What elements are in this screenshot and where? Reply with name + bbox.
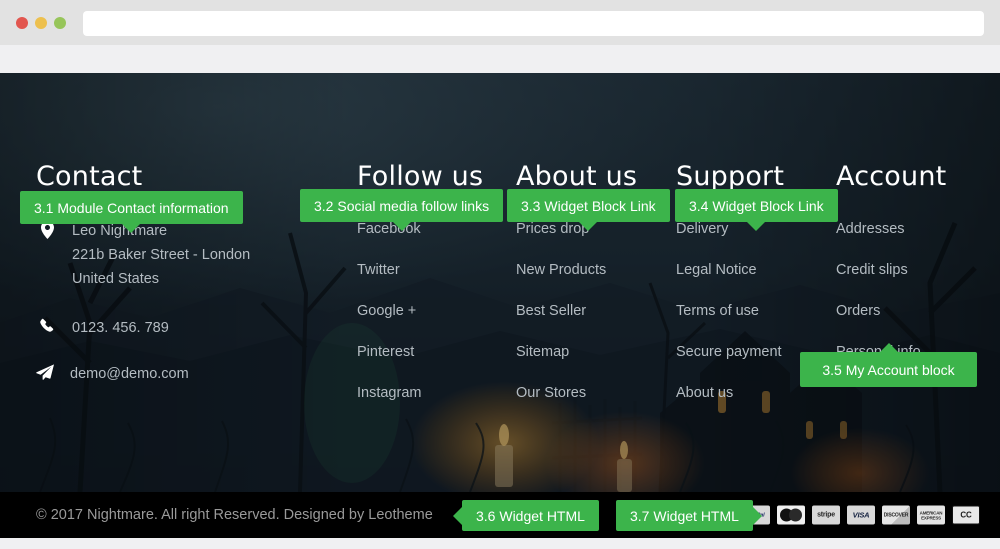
annotation-label: 3.7 Widget HTML — [630, 507, 739, 524]
annotation-badge-3-5: 3.5 My Account block — [800, 343, 977, 387]
annotation-label: 3.6 Widget HTML — [476, 507, 585, 524]
contact-email-row: demo@demo.com — [34, 362, 189, 386]
address-line-2: 221b Baker Street - London — [72, 247, 251, 263]
link-terms-of-use[interactable]: Terms of use — [676, 303, 759, 319]
list-item: New Products — [516, 261, 637, 279]
address-bar[interactable] — [83, 11, 984, 36]
list-item: Facebook — [357, 220, 483, 238]
page-bottom-edge — [0, 538, 1000, 549]
annotation-badge-3-6: 3.6 Widget HTML — [453, 500, 599, 531]
maximize-window-button[interactable] — [54, 17, 66, 29]
stripe-icon: stripe — [812, 505, 840, 525]
follow-heading: Follow us — [357, 161, 484, 192]
discover-icon: DISCOVER — [882, 505, 910, 525]
annotation-badge-3-1: 3.1 Module Contact information — [20, 191, 243, 233]
follow-link-list: Facebook Twitter Google + Pinterest Inst… — [357, 220, 483, 402]
badge-pointer-icon — [747, 222, 766, 231]
support-heading: Support — [676, 161, 785, 192]
badge-pointer-icon — [453, 506, 462, 525]
minimize-window-button[interactable] — [35, 17, 47, 29]
link-credit-slips[interactable]: Credit slips — [836, 262, 908, 278]
list-item: Instagram — [357, 384, 483, 402]
link-our-stores[interactable]: Our Stores — [516, 385, 586, 401]
list-item: Delivery — [676, 220, 784, 238]
about-link-list: Prices drop New Products Best Seller Sit… — [516, 220, 637, 402]
phone-icon — [36, 316, 58, 334]
list-item: Twitter — [357, 261, 483, 279]
cc-icon: CC — [952, 505, 980, 525]
list-item: Best Seller — [516, 302, 637, 320]
footer-column-contact: Contact — [36, 161, 336, 192]
badge-pointer-icon — [392, 222, 411, 231]
list-item: Our Stores — [516, 384, 637, 402]
link-best-seller[interactable]: Best Seller — [516, 303, 586, 319]
link-sitemap[interactable]: Sitemap — [516, 344, 569, 360]
link-google-plus[interactable]: Google + — [357, 303, 416, 319]
link-pinterest[interactable]: Pinterest — [357, 344, 414, 360]
link-addresses[interactable]: Addresses — [836, 221, 905, 237]
annotation-label: 3.2 Social media follow links — [314, 197, 490, 214]
contact-phone-row: 0123. 456. 789 — [36, 316, 169, 340]
account-heading: Account — [836, 161, 947, 192]
annotation-badge-3-7: 3.7 Widget HTML — [616, 500, 762, 531]
mastercard-icon — [777, 505, 805, 525]
payment-methods-list: PayPal stripe VISA DISCOVER AMERICAN EXP… — [742, 505, 980, 525]
link-legal-notice[interactable]: Legal Notice — [676, 262, 757, 278]
mastercard-circles — [780, 508, 802, 522]
badge-pointer-icon — [579, 222, 598, 231]
contact-address-row: Leo Nightmare 221b Baker Street - London… — [36, 219, 250, 291]
annotation-badge-3-2: 3.2 Social media follow links — [300, 189, 504, 231]
link-new-products[interactable]: New Products — [516, 262, 606, 278]
annotation-badge-3-4: 3.4 Widget Block Link — [675, 189, 838, 231]
badge-pointer-icon — [752, 506, 762, 525]
link-facebook[interactable]: Facebook — [357, 221, 421, 237]
contact-phone[interactable]: 0123. 456. 789 — [72, 316, 169, 340]
browser-toolbar — [0, 0, 1000, 45]
annotation-label: 3.5 My Account block — [822, 361, 955, 378]
copyright-text: © 2017 Nightmare. All right Reserved. De… — [36, 507, 433, 523]
annotation-label: 3.4 Widget Block Link — [689, 197, 824, 214]
about-heading: About us — [516, 161, 638, 192]
contact-heading: Contact — [36, 161, 143, 192]
annotation-label: 3.1 Module Contact information — [34, 199, 229, 216]
list-item: Sitemap — [516, 343, 637, 361]
link-instagram[interactable]: Instagram — [357, 385, 421, 401]
address-line-1: Leo Nightmare — [72, 223, 168, 239]
visa-icon: VISA — [847, 505, 875, 525]
footer-bottom-bar: © 2017 Nightmare. All right Reserved. De… — [0, 492, 1000, 538]
link-orders[interactable]: Orders — [836, 303, 880, 319]
link-about-us[interactable]: About us — [676, 385, 733, 401]
list-item: Terms of use — [676, 302, 784, 320]
screenshot-root: Contact Leo Nightmare 221b Baker Street … — [0, 0, 1000, 549]
close-window-button[interactable] — [16, 17, 28, 29]
footer-section: Contact Leo Nightmare 221b Baker Street … — [0, 73, 1000, 492]
contact-address: Leo Nightmare 221b Baker Street - London… — [72, 219, 250, 291]
list-item: Orders — [836, 302, 946, 320]
amex-icon: AMERICAN EXPRESS — [917, 505, 945, 525]
badge-pointer-icon — [879, 343, 898, 352]
badge-pointer-icon — [122, 224, 141, 233]
contact-email[interactable]: demo@demo.com — [70, 362, 189, 386]
annotation-badge-3-3: 3.3 Widget Block Link — [507, 189, 670, 231]
link-secure-payment[interactable]: Secure payment — [676, 344, 782, 360]
list-item: About us — [676, 384, 784, 402]
list-item: Google + — [357, 302, 483, 320]
annotation-label: 3.3 Widget Block Link — [521, 197, 656, 214]
list-item: Secure payment — [676, 343, 784, 361]
list-item: Addresses — [836, 220, 946, 238]
link-delivery[interactable]: Delivery — [676, 221, 728, 237]
list-item: Pinterest — [357, 343, 483, 361]
support-link-list: Delivery Legal Notice Terms of use Secur… — [676, 220, 784, 402]
link-twitter[interactable]: Twitter — [357, 262, 400, 278]
browser-content-gap — [0, 45, 1000, 73]
account-link-list: Addresses Credit slips Orders Personal i… — [836, 220, 946, 361]
paper-plane-icon — [34, 362, 56, 380]
list-item: Credit slips — [836, 261, 946, 279]
list-item: Prices drop — [516, 220, 637, 238]
list-item: Legal Notice — [676, 261, 784, 279]
window-traffic-lights — [16, 17, 66, 29]
address-line-3: United States — [72, 271, 160, 287]
